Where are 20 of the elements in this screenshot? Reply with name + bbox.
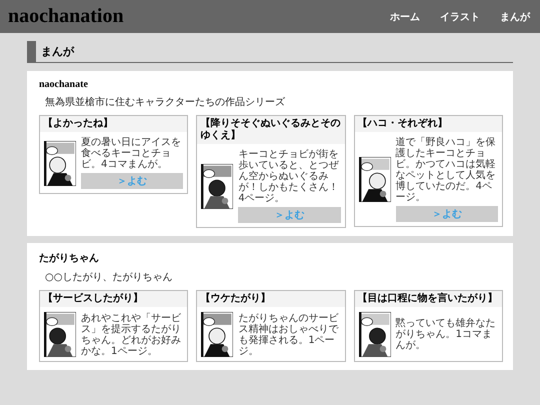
- site-title[interactable]: naochanation: [8, 5, 124, 28]
- work-title: 【ハコ・それぞれ】: [354, 116, 502, 132]
- work-summary: たがりちゃんのサービス精神はおしゃべりでも発揮される。1ページ。: [238, 312, 340, 356]
- series-description: ○○したがり、たがりちゃん: [45, 271, 174, 284]
- series-title: naochanate: [39, 79, 89, 90]
- work-title: 【ウケたがり】: [197, 291, 345, 307]
- nav-link[interactable]: イラスト: [440, 10, 480, 24]
- work-title: 【降りそそぐぬいぐるみとそのゆくえ】: [197, 116, 345, 144]
- work-summary: キーコとチョビが街を歩いていると、とつぜん空からぬいぐるみが！しかもたくさん！4ページ。: [238, 149, 340, 204]
- work-title: 【目は口程に物を言いたがり】: [354, 291, 502, 307]
- work-title: 【サービスしたがり】: [40, 291, 188, 307]
- nav-link[interactable]: まんが: [500, 10, 530, 24]
- work-title: 【よかったね】: [40, 116, 188, 132]
- work-summary: 黙っていても雄弁なたがりちゃん。1コマまんが。: [396, 318, 497, 351]
- series-description: 無為県並槍市に住むキャラクターたちの作品シリーズ: [45, 96, 286, 109]
- work-summary: 道で「野良ハコ」を保護したキーコとチョビ。かつてハコは気軽なペットとして人気を博していたのだ。4ページ。: [396, 137, 497, 203]
- work-summary: あれやこれや「サービス」を提示するたがりちゃん。どれがお好みかな。1ページ。: [81, 312, 182, 356]
- series-title: たがりちゃん: [39, 252, 100, 265]
- nav-link[interactable]: ホーム: [390, 10, 420, 24]
- work-summary: 夏の暑い日にアイスを食べるキーコとチョビ。4コマまんが。: [81, 137, 182, 170]
